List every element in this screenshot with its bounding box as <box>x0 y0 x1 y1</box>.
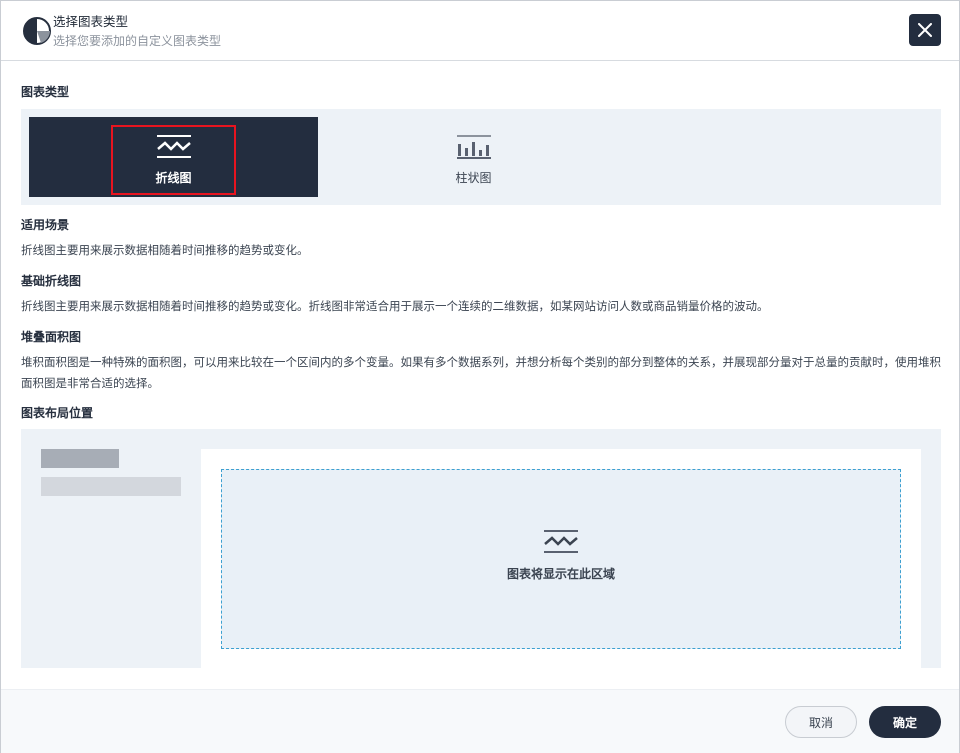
chart-logo-icon <box>23 17 51 45</box>
line-chart-icon <box>156 135 191 158</box>
scenarios-title: 适用场景 <box>21 218 70 232</box>
layout-title: 图表布局位置 <box>21 406 94 420</box>
close-icon <box>918 23 932 37</box>
basic-line-text: 折线图主要用来展示数据相随着时间推移的趋势或变化。折线图非常适合用于展示一个连续… <box>21 299 769 313</box>
chart-type-dialog: 选择图表类型 选择您要添加的自定义图表类型 图表类型 折线图 柱状图 适用场景 … <box>0 0 960 753</box>
drop-zone-text: 图表将显示在此区域 <box>506 566 615 581</box>
chart-type-section-title: 图表类型 <box>21 85 70 99</box>
dialog-footer: 取消 确定 <box>1 689 959 753</box>
chart-type-line[interactable]: 折线图 <box>29 117 318 197</box>
stacked-area-text: 堆积面积图是一种特殊的面积图，可以用来比较在一个区间内的多个变量。如果有多个数据… <box>21 355 941 390</box>
layout-preview: 图表将显示在此区域 <box>21 429 941 668</box>
close-button[interactable] <box>909 14 941 46</box>
dialog-subtitle: 选择您要添加的自定义图表类型 <box>53 34 222 48</box>
bar-chart-icon <box>456 135 491 159</box>
confirm-button[interactable]: 确定 <box>869 706 941 738</box>
chart-type-bar[interactable]: 柱状图 <box>329 117 618 197</box>
cancel-button[interactable]: 取消 <box>785 706 857 738</box>
chart-type-panel: 折线图 柱状图 <box>21 109 941 205</box>
stacked-area-title: 堆叠面积图 <box>21 330 82 344</box>
scenarios-text: 折线图主要用来展示数据相随着时间推移的趋势或变化。 <box>21 243 309 257</box>
line-chart-icon <box>544 529 578 553</box>
dialog-header: 选择图表类型 选择您要添加的自定义图表类型 <box>1 1 959 61</box>
dialog-title: 选择图表类型 <box>53 14 129 29</box>
layout-canvas: 图表将显示在此区域 <box>201 449 921 668</box>
chart-type-label: 柱状图 <box>455 171 492 185</box>
chart-type-label: 折线图 <box>155 171 192 185</box>
placeholder-subtitle-bar <box>41 477 181 496</box>
chart-drop-zone[interactable]: 图表将显示在此区域 <box>221 469 901 649</box>
basic-line-title: 基础折线图 <box>21 274 82 288</box>
placeholder-title-bar <box>41 449 119 468</box>
